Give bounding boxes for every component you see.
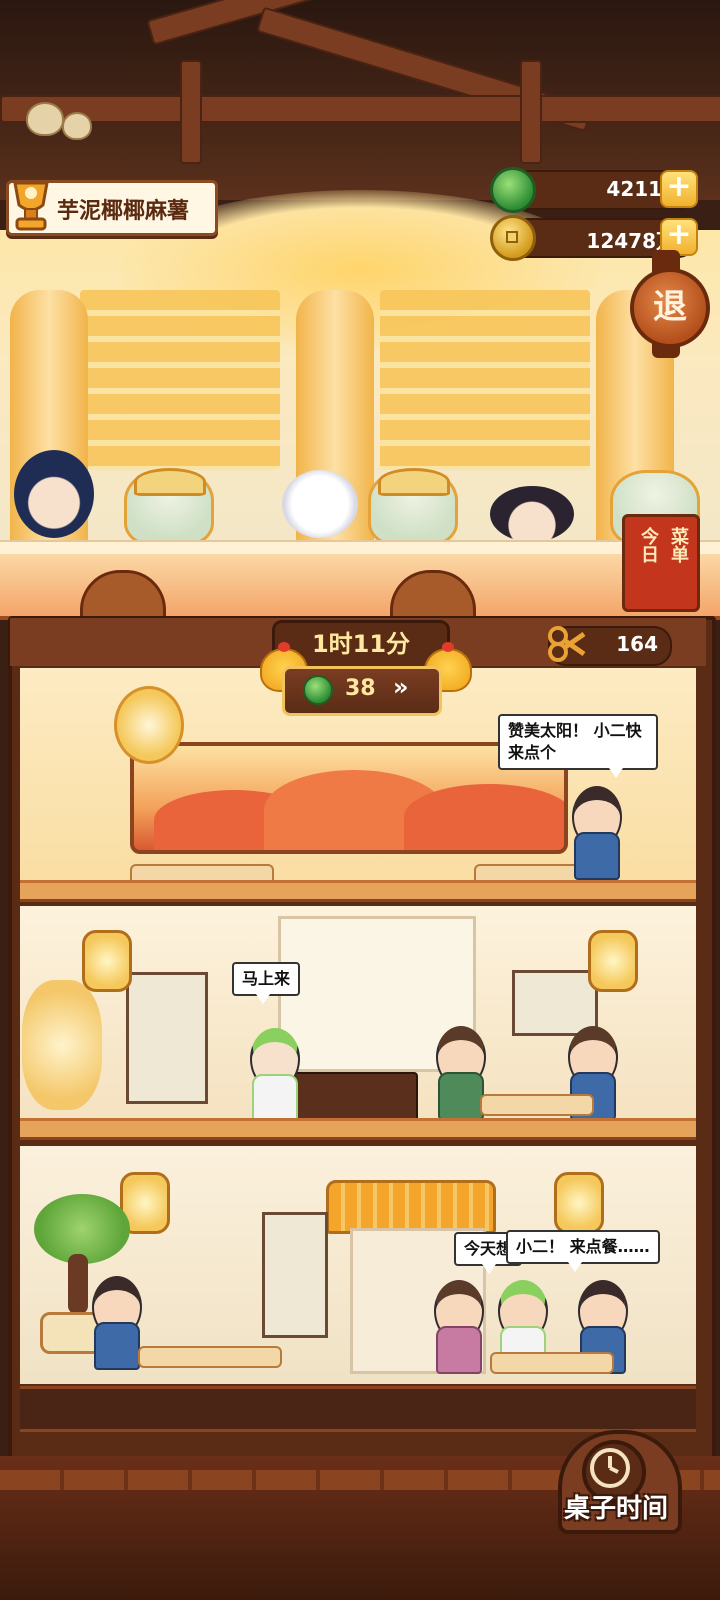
pass-count: 164 [616,632,658,656]
scroll-decoration [262,1212,328,1338]
dining-table[interactable] [138,1346,282,1368]
chick-decoration-icon [62,112,92,140]
speech-bubble: 赞美太阳！ 小二快来点个 [498,714,658,778]
waiter-body [94,1322,140,1370]
gold-coin-icon [490,215,536,261]
roof-post [180,60,202,164]
mountain-shape [404,784,564,850]
bonsai-trunk [68,1254,88,1314]
player-name-tag[interactable]: 芋泥椰椰麻薯 [6,180,218,236]
floor-divider [20,880,696,902]
character-white-cat-avatar[interactable] [282,470,358,538]
dragon-scroll-decoration [126,972,208,1104]
fast-forward-icon: » [393,673,409,701]
player-name: 芋泥椰椰麻薯 [57,199,190,224]
speech-bubble: 小二！ 来点餐…… [506,1230,660,1272]
vat-lid [378,468,450,496]
guest-body [436,1326,482,1374]
chick-decoration-icon [26,102,64,136]
curtain-decoration [80,290,280,470]
floor-divider [20,1118,696,1140]
roof-ridge [0,95,720,123]
guest-body [438,1072,484,1120]
dining-table[interactable] [480,1094,594,1116]
speed-up-cost: 38 [345,676,376,701]
hanging-lantern-decoration [82,930,132,992]
tiled-awning [326,1180,496,1234]
hanging-lantern-decoration [588,930,638,992]
waiter-character[interactable] [244,1028,302,1124]
curtain-decoration [380,290,590,470]
jade-pendant-decoration [114,686,184,764]
rank-trophy-icon [13,181,49,231]
hanging-lantern-decoration [554,1172,604,1234]
speech-bubble: 马上来 [232,962,301,1004]
menu-sign-text: 今日 [638,527,659,563]
roof-post [520,60,542,164]
exit-button[interactable]: 退 [630,268,710,348]
table-time-label: 桌子时间 [563,1494,668,1524]
table-time-button[interactable]: 桌子时间 [548,1420,684,1544]
jade-coin-icon [490,167,536,213]
dining-table[interactable] [490,1352,614,1374]
add-jade-button[interactable]: + [660,170,698,208]
customer-pass-counter[interactable]: 164 [548,626,672,666]
menu-sign-text: 菜单 [668,527,689,563]
guest-character[interactable] [428,1280,486,1376]
vat-lid [134,468,206,496]
waiter-character[interactable] [566,786,624,882]
speed-up-button[interactable]: 38 » [282,666,442,716]
character-scholar-avatar[interactable] [14,450,94,538]
jade-coin-icon [303,675,333,705]
character-fox-avatar[interactable] [490,486,574,542]
waiter-body [252,1074,298,1122]
waiter-body [574,832,620,880]
dragon-statue-decoration [22,980,102,1110]
today-menu-button[interactable]: 今日 菜单 [622,514,700,612]
waiter-character[interactable] [86,1276,144,1372]
scissors-ticket-icon [548,626,586,662]
